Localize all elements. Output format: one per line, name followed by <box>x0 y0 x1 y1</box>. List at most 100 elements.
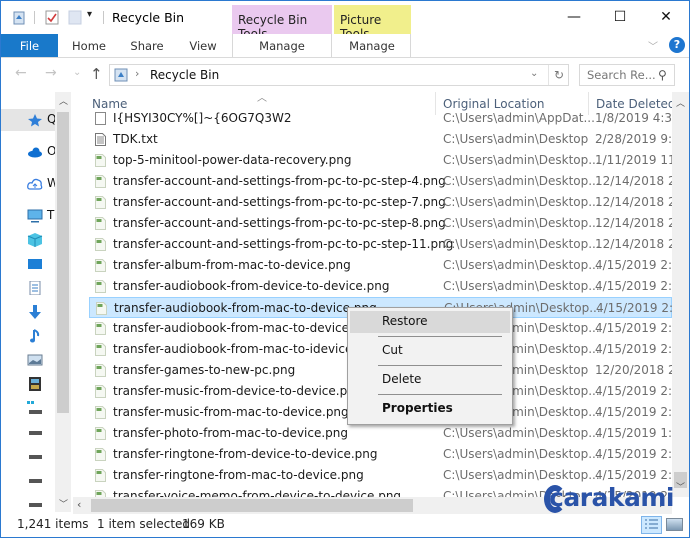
nav-item-onedrive[interactable]: O <box>1 141 56 163</box>
nav-item-this-pc[interactable]: T <box>1 205 55 227</box>
wps-cloud-icon <box>27 178 43 190</box>
nav-item-quick-access[interactable]: Q <box>1 109 56 131</box>
nav-item-drive-4[interactable] <box>1 469 55 491</box>
this-pc-monitor-icon <box>27 209 43 223</box>
back-button[interactable]: ← <box>15 65 27 81</box>
file-row[interactable]: transfer-audiobook-from-device-to-device… <box>89 276 672 297</box>
tab-view[interactable]: View <box>183 34 223 57</box>
forward-button[interactable]: → <box>45 65 57 81</box>
image-file-icon <box>95 196 106 209</box>
scroll-up-icon[interactable]: ︿ <box>676 96 685 109</box>
file-row[interactable]: transfer-photo-from-mac-to-device.png C:\… <box>89 423 672 444</box>
menu-item-restore[interactable]: Restore <box>350 311 510 333</box>
address-bar[interactable]: › Recycle Bin ⌄ ↻ <box>109 64 569 86</box>
file-original-location: C:\Users\admin\Desktop... <box>443 195 600 209</box>
file-row[interactable]: TDK.txt C:\Users\admin\Desktop 2/28/2019 9… <box>89 129 672 150</box>
onedrive-cloud-icon <box>28 147 42 158</box>
nav-item-documents[interactable] <box>1 277 55 299</box>
file-original-location: C:\Users\admin\Desktop... <box>443 174 600 188</box>
close-button[interactable]: ✕ <box>643 1 689 33</box>
navpane-scrollbar[interactable]: ︿ ﹀ <box>55 92 71 512</box>
details-view-button[interactable] <box>641 516 662 534</box>
file-date-deleted: 1/11/2019 11:1 <box>595 153 672 167</box>
scroll-down-icon[interactable]: ﹀ <box>676 480 685 493</box>
tab-share[interactable]: Share <box>125 34 169 57</box>
refresh-button[interactable]: ↻ <box>548 65 569 85</box>
nav-item-music[interactable] <box>1 325 55 347</box>
nav-item-wps-cloud[interactable]: W <box>1 173 59 195</box>
nav-item-pictures[interactable] <box>1 349 55 371</box>
file-row[interactable]: transfer-account-and-settings-from-pc-to… <box>89 234 672 255</box>
tab-manage-picture[interactable]: Manage <box>334 34 411 57</box>
minimize-button[interactable]: — <box>551 1 597 33</box>
file-date-deleted: 12/20/2018 2:2 <box>595 363 672 377</box>
image-file-icon <box>95 490 106 497</box>
maximize-button[interactable]: ☐ <box>597 1 643 33</box>
pictures-icon <box>27 354 43 366</box>
tab-file[interactable]: File <box>1 34 58 57</box>
file-name: transfer-audiobook-from-mac-to-device.pn… <box>113 321 376 335</box>
selection-size: 169 KB <box>182 517 225 531</box>
address-dropdown-icon[interactable]: ⌄ <box>530 68 538 79</box>
horizontal-scroll-thumb[interactable] <box>91 499 413 512</box>
menu-separator <box>378 394 502 395</box>
file-row[interactable]: transfer-account-and-settings-from-pc-to… <box>89 192 672 213</box>
file-date-deleted: 4/15/2019 2:02 <box>595 279 672 293</box>
file-date-deleted: 4/15/2019 2:02 <box>595 321 672 335</box>
sort-ascending-icon: ︿ <box>257 93 267 104</box>
breadcrumb-separator-icon[interactable]: › <box>135 67 139 80</box>
nav-item-drive-1[interactable] <box>1 397 55 419</box>
nav-item-drive-2[interactable] <box>1 421 55 443</box>
file-row[interactable]: transfer-album-from-mac-to-device.png C:\… <box>89 255 672 276</box>
recycle-bin-icon[interactable] <box>12 10 26 25</box>
scroll-up-icon[interactable]: ︿ <box>59 94 68 107</box>
status-bar: 1,241 items 1 item selected 169 KB <box>1 514 689 537</box>
file-date-deleted: 12/14/2018 2:0 <box>595 174 672 188</box>
tab-home[interactable]: Home <box>67 34 111 57</box>
file-date-deleted: 2/28/2019 9:04 AM <box>595 132 672 146</box>
large-icons-view-button[interactable] <box>666 518 683 531</box>
tab-manage-recycle-bin[interactable]: Manage <box>232 34 332 57</box>
downloads-icon <box>29 305 41 319</box>
nav-item-drive-3[interactable] <box>1 445 55 467</box>
properties-icon[interactable] <box>45 10 59 25</box>
picture-tools-header: Picture Tools <box>334 5 411 41</box>
nav-item-3d-objects[interactable] <box>1 229 55 251</box>
new-folder-icon[interactable] <box>68 10 82 25</box>
expand-ribbon-icon[interactable]: ﹀ <box>648 38 658 53</box>
file-row[interactable]: transfer-account-and-settings-from-pc-to… <box>89 213 672 234</box>
file-list-scrollbar[interactable]: ︿ ﹀ <box>672 92 689 497</box>
menu-separator <box>378 336 502 337</box>
file-name: transfer-voice-memo-from-device-to-devic… <box>113 489 402 497</box>
up-button[interactable]: ↑ <box>90 65 103 83</box>
scroll-down-icon[interactable]: ﹀ <box>59 497 68 510</box>
image-file-icon <box>95 175 106 188</box>
scroll-left-icon[interactable]: ‹ <box>77 498 81 511</box>
file-row[interactable]: transfer-account-and-settings-from-pc-to… <box>89 171 672 192</box>
nav-item-drive-5[interactable] <box>1 493 55 512</box>
file-name: transfer-photo-from-mac-to-device.png <box>113 426 349 440</box>
image-file-icon <box>95 322 106 335</box>
file-date-deleted: 4/15/2019 2:02 <box>595 468 672 482</box>
file-row[interactable]: transfer-ringtone-from-device-to-device.… <box>89 444 672 465</box>
drive-icon <box>29 503 42 507</box>
nav-item-desktop[interactable] <box>1 253 55 275</box>
search-box[interactable]: Search Re... ⚲ <box>579 64 675 86</box>
menu-item-cut[interactable]: Cut <box>350 340 510 362</box>
watermark-text: carakami <box>549 483 675 512</box>
recent-locations-button[interactable]: ⌄ <box>73 67 81 78</box>
qat-customize-icon[interactable]: ▾ <box>87 9 92 20</box>
search-icon[interactable]: ⚲ <box>658 68 667 82</box>
file-row[interactable]: top-5-minitool-power-data-recovery.png C:… <box>89 150 672 171</box>
menu-item-delete[interactable]: Delete <box>350 369 510 391</box>
file-row[interactable]: I{HSYI30CY%[]~{6OG7Q3W2 C:\Users\admin\Ap… <box>89 108 672 129</box>
menu-item-properties[interactable]: Properties <box>350 398 510 420</box>
navpane-scroll-thumb[interactable] <box>57 112 69 413</box>
help-icon[interactable]: ? <box>669 37 685 53</box>
search-input[interactable]: Search Re... <box>587 68 656 82</box>
breadcrumb-recycle-bin[interactable]: Recycle Bin <box>150 68 219 82</box>
nav-item-downloads[interactable] <box>1 301 55 323</box>
image-file-icon <box>95 238 106 251</box>
nav-item-videos[interactable] <box>1 373 55 395</box>
file-name: transfer-music-from-device-to-device.png <box>113 384 363 398</box>
